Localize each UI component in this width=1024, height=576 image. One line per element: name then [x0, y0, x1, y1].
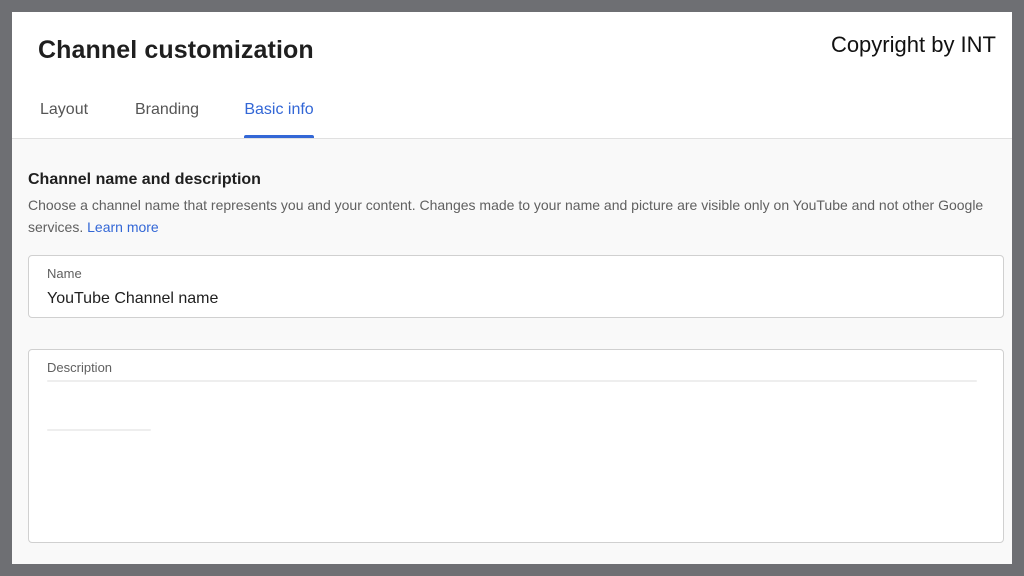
- blurred-description-text: [47, 429, 151, 431]
- blurred-description-text: [47, 380, 977, 382]
- tab-layout-label: Layout: [40, 101, 89, 118]
- section-title: Channel name and description: [28, 171, 261, 188]
- tab-branding[interactable]: Branding: [134, 100, 200, 138]
- name-field-value[interactable]: YouTube Channel name: [47, 290, 218, 308]
- page-header: Channel customization Copyright by INT L…: [12, 12, 1012, 139]
- description-field-label: Description: [47, 360, 113, 375]
- tab-layout[interactable]: Layout: [40, 100, 88, 138]
- channel-customization-page: Channel customization Copyright by INT L…: [12, 12, 1012, 564]
- description-field[interactable]: Description: [28, 349, 1004, 543]
- section-description-text: Choose a channel name that represents yo…: [28, 197, 984, 235]
- active-tab-indicator: [244, 135, 314, 138]
- basic-info-panel: Channel name and description Choose a ch…: [12, 139, 1012, 564]
- tab-basic-info-label: Basic info: [244, 101, 314, 118]
- copyright-watermark: Copyright by INT: [830, 32, 996, 57]
- section-description: Choose a channel name that represents yo…: [28, 194, 988, 238]
- name-field-label: Name: [47, 266, 82, 281]
- page-title: Channel customization: [38, 36, 314, 64]
- learn-more-link[interactable]: Learn more: [87, 219, 159, 235]
- tab-branding-label: Branding: [134, 101, 200, 118]
- name-field[interactable]: Name YouTube Channel name: [28, 255, 1004, 318]
- tab-basic-info[interactable]: Basic info: [244, 100, 314, 138]
